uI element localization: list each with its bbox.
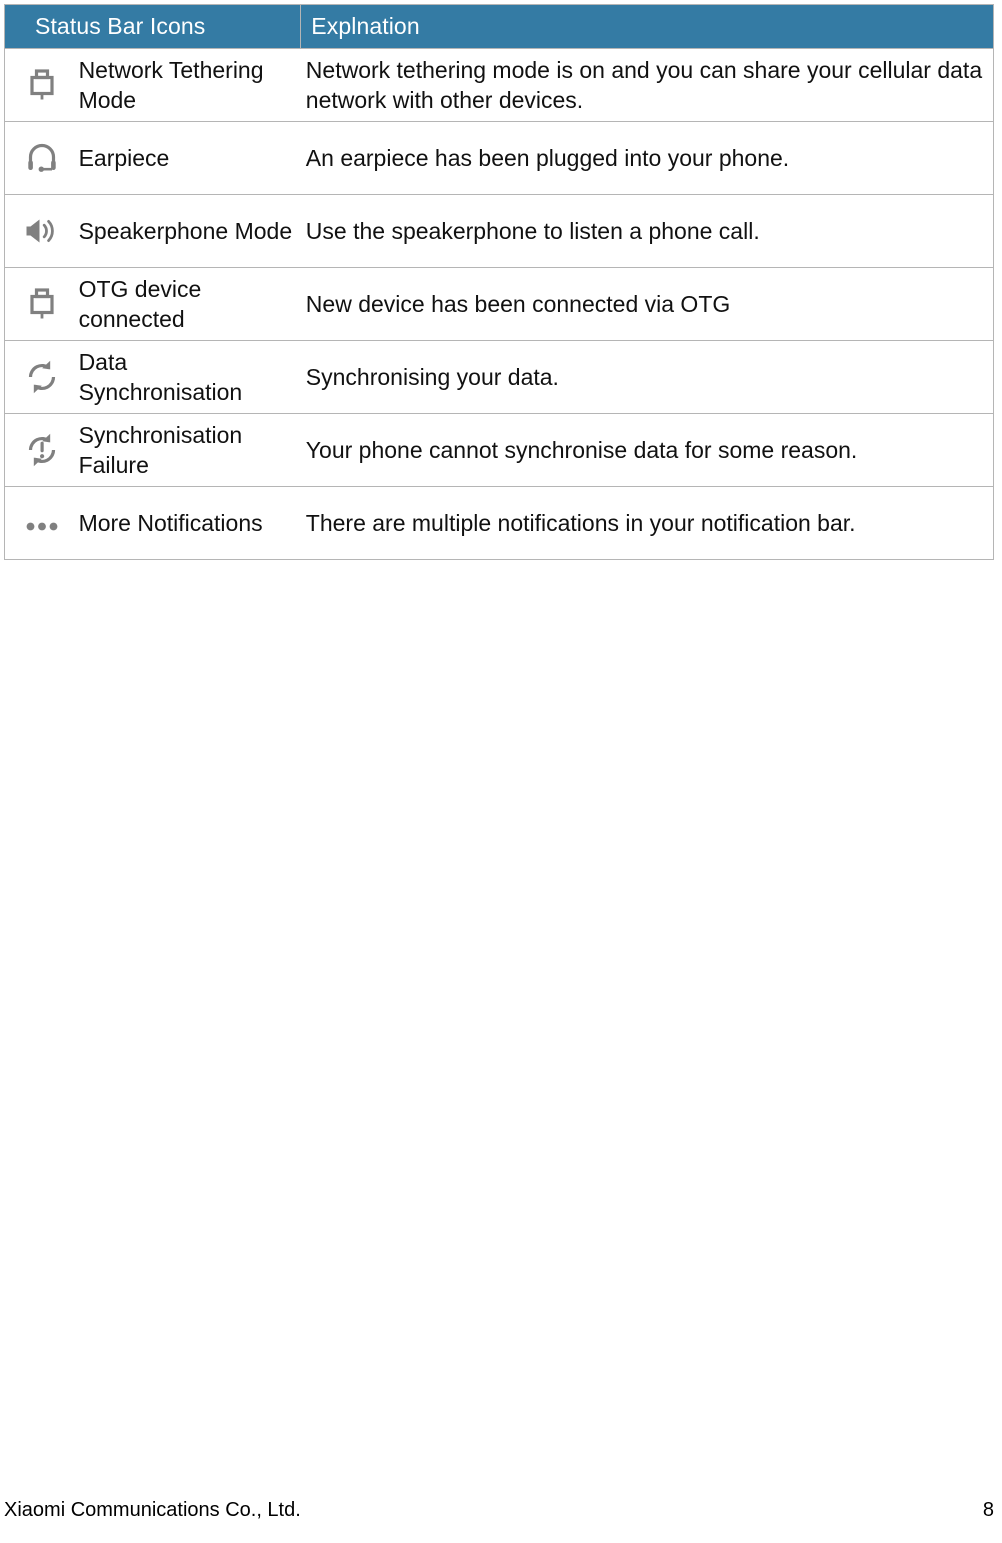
- icon-explanation: Synchronising your data.: [300, 340, 994, 414]
- icon-name: OTG device connected: [78, 267, 301, 341]
- footer-page-number: 8: [982, 1499, 994, 1521]
- icon-explanation: An earpiece has been plugged into your p…: [300, 121, 994, 195]
- more-dots-icon: [21, 502, 63, 544]
- footer-company: Xiaomi Communications Co., Ltd.: [4, 1499, 301, 1521]
- column-header-status-bar-icons: Status Bar Icons: [3, 4, 302, 49]
- icon-name: Synchronisation Failure: [78, 413, 301, 487]
- usb-otg-plug-icon: [21, 283, 63, 325]
- page-footer: Xiaomi Communications Co., Ltd. 8: [4, 1499, 994, 1525]
- icon-cell: [3, 121, 79, 195]
- icon-name: Data Synchronisation: [78, 340, 301, 414]
- table-header: Status Bar Icons Explnation: [3, 4, 994, 49]
- usb-tethering-plug-icon: [21, 64, 63, 106]
- document-page: Status Bar Icons Explnation Network Teth…: [0, 0, 1002, 1543]
- table-row: Synchronisation Failure Your phone canno…: [3, 413, 994, 487]
- icon-explanation: New device has been connected via OTG: [300, 267, 994, 341]
- table-row: Speakerphone Mode Use the speakerphone t…: [3, 194, 994, 268]
- icon-explanation: Your phone cannot synchronise data for s…: [300, 413, 994, 487]
- table-row: Data Synchronisation Synchronising your …: [3, 340, 994, 414]
- column-header-explanation: Explnation: [300, 4, 994, 49]
- icon-cell: [3, 413, 79, 487]
- table-header-row: Status Bar Icons Explnation: [3, 4, 994, 49]
- headset-earpiece-icon: [21, 137, 63, 179]
- icon-cell: [3, 194, 79, 268]
- speaker-volume-icon: [21, 210, 63, 252]
- table-row: Network Tethering Mode Network tethering…: [3, 48, 994, 122]
- icon-cell: [3, 486, 79, 560]
- icon-cell: [3, 267, 79, 341]
- icon-name: Network Tethering Mode: [78, 48, 301, 122]
- table-row: Earpiece An earpiece has been plugged in…: [3, 121, 994, 195]
- icon-explanation: There are multiple notifications in your…: [300, 486, 994, 560]
- sync-arrows-icon: [21, 356, 63, 398]
- icon-name: Earpiece: [78, 121, 301, 195]
- table-row: More Notifications There are multiple no…: [3, 486, 994, 560]
- table-row: OTG device connected New device has been…: [3, 267, 994, 341]
- icon-cell: [3, 340, 79, 414]
- sync-error-icon: [21, 429, 63, 471]
- icon-explanation: Network tethering mode is on and you can…: [300, 48, 994, 122]
- icon-name: More Notifications: [78, 486, 301, 560]
- icon-explanation: Use the speakerphone to listen a phone c…: [300, 194, 994, 268]
- status-bar-icons-table: Status Bar Icons Explnation Network Teth…: [3, 4, 994, 560]
- icon-cell: [3, 48, 79, 122]
- table-body: Network Tethering Mode Network tethering…: [3, 48, 994, 560]
- icon-name: Speakerphone Mode: [78, 194, 301, 268]
